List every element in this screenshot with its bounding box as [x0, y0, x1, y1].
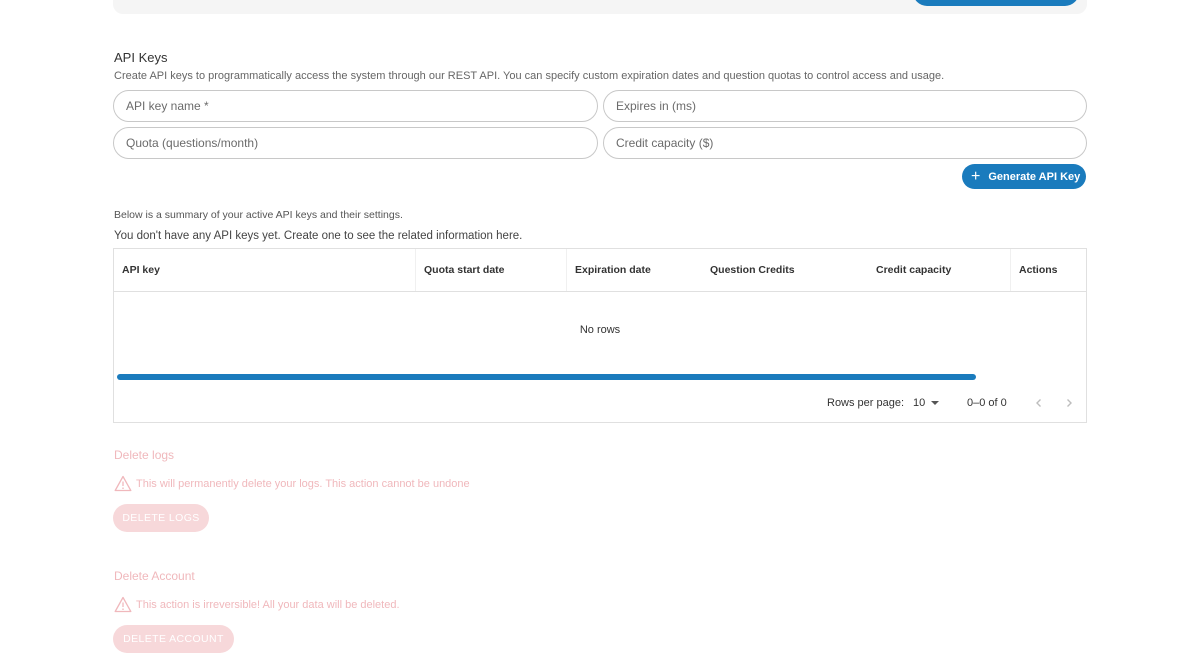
quota-input[interactable]	[113, 127, 598, 159]
column-header-quota-start-date[interactable]: Quota start date	[416, 249, 566, 291]
rows-per-page-value: 10	[913, 397, 926, 409]
api-keys-table: API key Quota start date Expiration date…	[113, 248, 1087, 423]
api-keys-empty-note: You don't have any API keys yet. Create …	[114, 230, 523, 242]
next-page-button[interactable]	[1059, 393, 1079, 413]
caret-down-icon	[931, 401, 940, 405]
column-header-question-credits[interactable]: Question Credits	[702, 249, 868, 291]
delete-logs-warning-text: This will permanently delete your logs. …	[136, 477, 470, 490]
chevron-right-icon	[1067, 399, 1072, 407]
plus-icon: +	[971, 167, 981, 185]
rows-per-page-select[interactable]: 10	[913, 397, 940, 409]
delete-logs-button[interactable]: DELETE LOGS	[113, 504, 209, 532]
api-keys-summary: Below is a summary of your active API ke…	[114, 209, 403, 221]
previous-section-button[interactable]	[913, 0, 1079, 6]
previous-page-button[interactable]	[1029, 393, 1049, 413]
pagination-range: 0–0 of 0	[967, 397, 1007, 409]
table-header: API key Quota start date Expiration date…	[114, 249, 1086, 292]
column-header-credit-capacity[interactable]: Credit capacity	[868, 249, 1010, 291]
column-header-api-key[interactable]: API key	[114, 249, 415, 291]
column-header-expiration-date[interactable]: Expiration date	[567, 249, 702, 291]
generate-api-key-button[interactable]: + Generate API Key	[962, 164, 1086, 189]
delete-account-warning-text: This action is irreversible! All your da…	[136, 598, 400, 611]
delete-logs-title: Delete logs	[114, 448, 175, 462]
delete-account-title: Delete Account	[114, 569, 195, 583]
horizontal-scrollbar[interactable]	[117, 374, 976, 380]
previous-section-card	[113, 0, 1087, 14]
generate-api-key-label: Generate API Key	[988, 170, 1081, 183]
delete-account-warning: This action is irreversible! All your da…	[114, 596, 400, 613]
table-footer: Rows per page: 10 0–0 of 0	[114, 383, 1086, 423]
api-key-name-input[interactable]	[113, 90, 598, 122]
warning-icon	[114, 475, 132, 492]
delete-logs-warning: This will permanently delete your logs. …	[114, 475, 470, 492]
chevron-left-icon	[1036, 399, 1041, 407]
api-keys-title: API Keys	[114, 50, 168, 65]
column-header-actions: Actions	[1019, 264, 1058, 276]
rows-per-page-label: Rows per page:	[827, 397, 905, 409]
delete-account-button[interactable]: DELETE ACCOUNT	[113, 625, 234, 653]
no-rows-message: No rows	[579, 324, 621, 336]
warning-icon	[114, 596, 132, 613]
credit-capacity-input[interactable]	[603, 127, 1087, 159]
expires-in-input[interactable]	[603, 90, 1087, 122]
api-keys-description: Create API keys to programmatically acce…	[114, 70, 945, 82]
